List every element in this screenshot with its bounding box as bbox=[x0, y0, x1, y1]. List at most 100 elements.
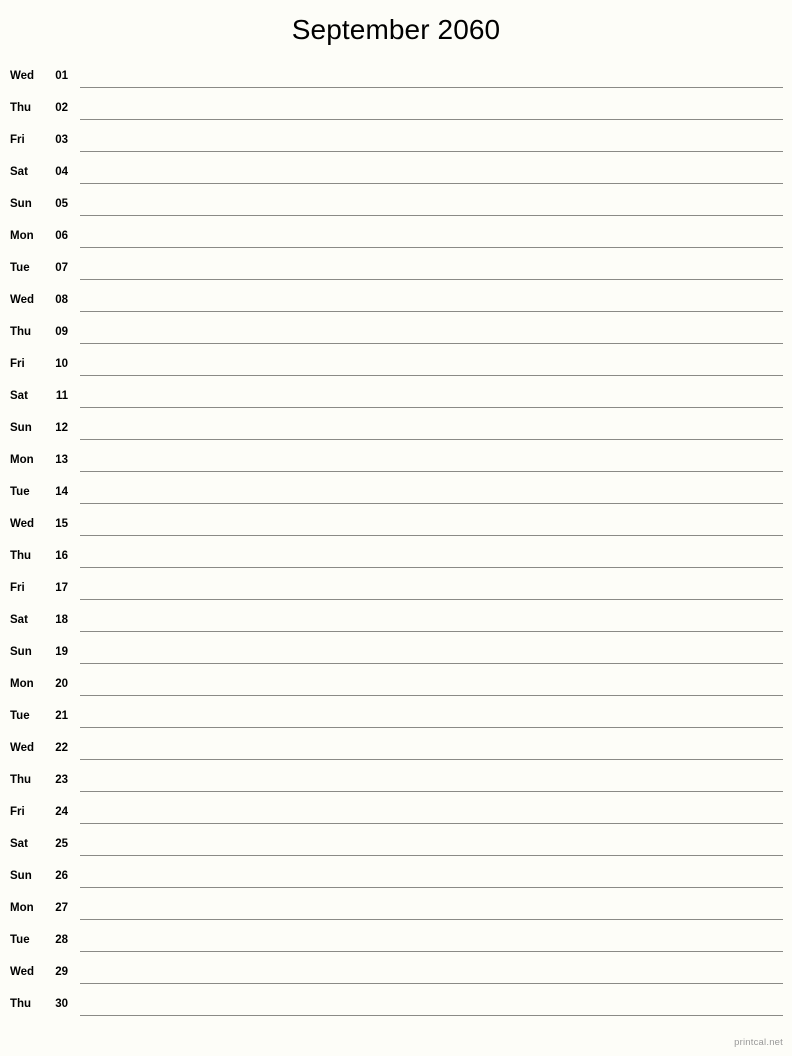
day-writing-line[interactable] bbox=[80, 352, 783, 384]
day-weekday-label: Wed bbox=[10, 742, 35, 754]
day-writing-line[interactable] bbox=[80, 672, 783, 704]
day-weekday-label: Fri bbox=[10, 806, 25, 818]
day-row: Sun 19 bbox=[0, 640, 792, 672]
day-number-label: 06 bbox=[55, 230, 68, 242]
day-row: Sat 18 bbox=[0, 608, 792, 640]
day-row: Mon 20 bbox=[0, 672, 792, 704]
day-weekday-label: Sun bbox=[10, 870, 32, 882]
day-row: Sun 05 bbox=[0, 192, 792, 224]
day-number-label: 27 bbox=[55, 902, 68, 914]
day-weekday-label: Thu bbox=[10, 998, 32, 1010]
day-weekday-label: Fri bbox=[10, 582, 25, 594]
day-writing-line[interactable] bbox=[80, 416, 783, 448]
day-writing-line[interactable] bbox=[80, 128, 783, 160]
day-weekday-label: Mon bbox=[10, 454, 34, 466]
day-weekday-label: Wed bbox=[10, 966, 35, 978]
day-writing-line[interactable] bbox=[80, 992, 783, 1024]
day-weekday-label: Mon bbox=[10, 230, 34, 242]
day-row: Thu 23 bbox=[0, 768, 792, 800]
day-writing-line[interactable] bbox=[80, 320, 783, 352]
day-weekday-label: Wed bbox=[10, 70, 35, 82]
day-row: Sat 04 bbox=[0, 160, 792, 192]
day-writing-line[interactable] bbox=[80, 736, 783, 768]
day-number-label: 10 bbox=[55, 358, 68, 370]
day-row: Fri 03 bbox=[0, 128, 792, 160]
day-weekday-label: Tue bbox=[10, 262, 30, 274]
day-writing-line[interactable] bbox=[80, 256, 783, 288]
day-writing-line[interactable] bbox=[80, 800, 783, 832]
day-row: Sat 11 bbox=[0, 384, 792, 416]
day-number-label: 07 bbox=[55, 262, 68, 274]
day-row: Tue 07 bbox=[0, 256, 792, 288]
day-weekday-label: Thu bbox=[10, 102, 32, 114]
day-number-label: 21 bbox=[55, 710, 68, 722]
day-weekday-label: Thu bbox=[10, 774, 32, 786]
footer-credit: printcal.net bbox=[734, 1037, 783, 1048]
day-writing-line[interactable] bbox=[80, 704, 783, 736]
day-writing-line[interactable] bbox=[80, 160, 783, 192]
day-writing-line[interactable] bbox=[80, 224, 783, 256]
day-number-label: 08 bbox=[55, 294, 68, 306]
day-weekday-label: Fri bbox=[10, 134, 25, 146]
day-writing-line[interactable] bbox=[80, 960, 783, 992]
day-number-label: 01 bbox=[55, 70, 68, 82]
day-number-label: 25 bbox=[55, 838, 68, 850]
day-writing-line[interactable] bbox=[80, 896, 783, 928]
day-number-label: 20 bbox=[55, 678, 68, 690]
day-number-label: 14 bbox=[55, 486, 68, 498]
day-weekday-label: Sun bbox=[10, 646, 32, 658]
day-row: Mon 27 bbox=[0, 896, 792, 928]
day-row: Sun 26 bbox=[0, 864, 792, 896]
day-writing-line[interactable] bbox=[80, 64, 783, 96]
day-row: Thu 09 bbox=[0, 320, 792, 352]
day-weekday-label: Sun bbox=[10, 422, 32, 434]
day-weekday-label: Tue bbox=[10, 934, 30, 946]
day-number-label: 04 bbox=[55, 166, 68, 178]
day-row: Wed 29 bbox=[0, 960, 792, 992]
page-title: September 2060 bbox=[291, 14, 501, 45]
day-weekday-label: Tue bbox=[10, 486, 30, 498]
day-row: Sat 25 bbox=[0, 832, 792, 864]
day-weekday-label: Sat bbox=[10, 614, 28, 626]
day-number-label: 13 bbox=[55, 454, 68, 466]
day-number-label: 29 bbox=[55, 966, 68, 978]
day-writing-line[interactable] bbox=[80, 768, 783, 800]
day-writing-line[interactable] bbox=[80, 512, 783, 544]
day-weekday-label: Sat bbox=[10, 390, 28, 402]
day-row: Thu 02 bbox=[0, 96, 792, 128]
day-number-label: 15 bbox=[55, 518, 68, 530]
day-row: Mon 13 bbox=[0, 448, 792, 480]
day-number-label: 26 bbox=[55, 870, 68, 882]
day-writing-line[interactable] bbox=[80, 832, 783, 864]
day-writing-line[interactable] bbox=[80, 384, 783, 416]
day-weekday-label: Wed bbox=[10, 518, 35, 530]
day-number-label: 28 bbox=[55, 934, 68, 946]
day-writing-line[interactable] bbox=[80, 928, 783, 960]
day-writing-line[interactable] bbox=[80, 192, 783, 224]
day-writing-line[interactable] bbox=[80, 576, 783, 608]
day-row: Sun 12 bbox=[0, 416, 792, 448]
day-weekday-label: Sat bbox=[10, 838, 28, 850]
day-weekday-label: Sat bbox=[10, 166, 28, 178]
day-writing-line[interactable] bbox=[80, 864, 783, 896]
day-writing-line[interactable] bbox=[80, 544, 783, 576]
day-number-label: 19 bbox=[55, 646, 68, 658]
day-writing-line[interactable] bbox=[80, 608, 783, 640]
day-writing-line[interactable] bbox=[80, 448, 783, 480]
day-weekday-label: Thu bbox=[10, 326, 32, 338]
day-number-label: 09 bbox=[55, 326, 68, 338]
day-writing-line[interactable] bbox=[80, 96, 783, 128]
day-writing-line[interactable] bbox=[80, 288, 783, 320]
day-writing-line[interactable] bbox=[80, 480, 783, 512]
day-number-label: 18 bbox=[55, 614, 68, 626]
day-number-label: 30 bbox=[55, 998, 68, 1010]
day-row: Fri 17 bbox=[0, 576, 792, 608]
day-writing-line[interactable] bbox=[80, 640, 783, 672]
day-row: Thu 16 bbox=[0, 544, 792, 576]
day-number-label: 22 bbox=[55, 742, 68, 754]
day-row: Thu 30 bbox=[0, 992, 792, 1024]
day-weekday-label: Sun bbox=[10, 198, 32, 210]
day-weekday-label: Thu bbox=[10, 550, 32, 562]
day-weekday-label: Fri bbox=[10, 358, 25, 370]
day-number-label: 23 bbox=[55, 774, 68, 786]
